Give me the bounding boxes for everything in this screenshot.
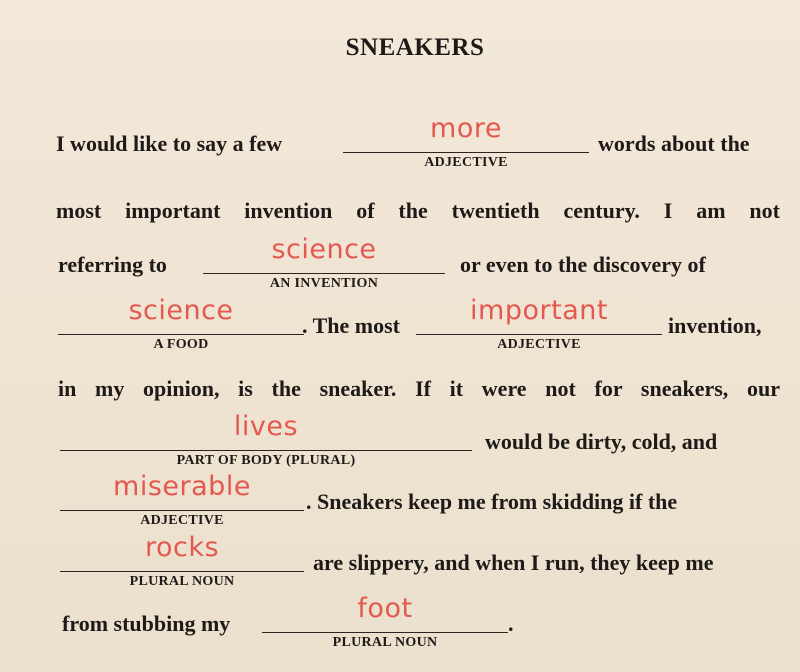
blank-caption: ADJECTIVE [497,337,581,352]
blank-plural-noun-2: foot PLURAL NOUN [262,593,508,651]
blank-caption: PLURAL NOUN [332,635,438,650]
handwritten-answer: important [470,295,608,326]
blank-rule [262,632,508,633]
blank-caption: AN INVENTION [269,276,379,291]
line-text: are slippery, and when I run, they keep … [313,550,714,575]
handwritten-answer: science [271,234,377,265]
line-text: in my opinion, is the sneaker. If it wer… [58,376,780,401]
blank-invention: science AN INVENTION [203,234,445,292]
blank-caption: A FOOD [153,337,209,352]
handwritten-answer: foot [357,593,413,624]
handwritten-answer: miserable [113,471,251,502]
line-text: . Sneakers keep me from skidding if the [306,489,678,514]
blank-caption: PART OF BODY (PLURAL) [176,453,356,468]
mad-libs-page: SNEAKERS I would like to say a few more … [0,0,800,672]
line-text: words about the [598,131,750,156]
blank-body-part: lives PART OF BODY (PLURAL) [60,411,472,469]
line-text: most important invention of the twentiet… [56,198,780,223]
handwritten-answer: rocks [144,532,220,563]
line-text: from stubbing my [62,611,231,636]
line-text: would be dirty, cold, and [485,429,718,454]
blank-rule [416,334,662,335]
blank-rule [60,450,472,451]
handwritten-answer: more [430,113,502,144]
blank-caption: ADJECTIVE [424,155,508,170]
line-text: . The most [302,313,400,338]
blank-rule [60,571,304,572]
blank-food: science A FOOD [58,295,304,353]
blank-rule [343,152,589,153]
blank-caption: ADJECTIVE [140,513,224,528]
line-text: or even to the discovery of [460,252,706,277]
handwritten-answer: lives [233,411,299,442]
line-text: . [508,611,514,636]
blank-caption: PLURAL NOUN [129,574,235,589]
line-text: invention, [668,313,762,338]
blank-rule [203,273,445,274]
blank-adjective-2: important ADJECTIVE [416,295,662,353]
blank-rule [58,334,304,335]
blank-adjective-3: miserable ADJECTIVE [60,471,304,529]
blank-adjective: more ADJECTIVE [343,113,589,171]
blank-rule [60,510,304,511]
blank-plural-noun: rocks PLURAL NOUN [60,532,304,590]
handwritten-answer: science [128,295,234,326]
line-text: I would like to say a few [56,131,283,156]
line-text: referring to [58,252,167,277]
page-title: SNEAKERS [345,34,485,61]
